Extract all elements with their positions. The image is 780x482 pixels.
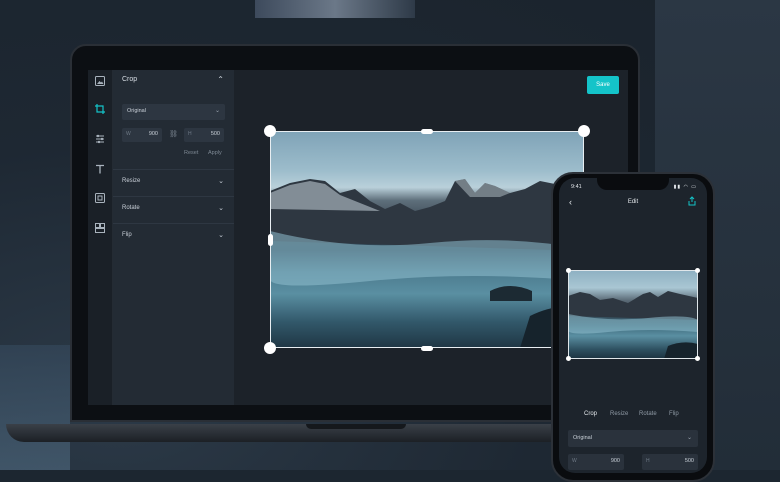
tab-resize[interactable]: Resize [610, 411, 628, 417]
phone-aspect-select[interactable]: Original ⌄ [568, 430, 698, 447]
section-rotate[interactable]: Rotate ⌄ [113, 196, 234, 223]
apply-button[interactable]: Apply [208, 150, 222, 156]
chevron-down-icon: ⌄ [218, 178, 224, 185]
phone-width-field[interactable]: W 900 [568, 454, 624, 470]
crop-handle-top[interactable] [421, 129, 433, 134]
section-flip[interactable]: Flip ⌄ [113, 223, 234, 250]
phone-height-label: H [646, 458, 650, 464]
width-value: 900 [148, 131, 158, 137]
reset-button[interactable]: Reset [184, 150, 198, 156]
phone-aspect-value: Original [573, 435, 592, 441]
crop-handle-left[interactable] [268, 234, 273, 246]
height-label: H [188, 131, 192, 137]
crop-handle-top-right[interactable] [578, 125, 590, 137]
image-icon[interactable] [93, 74, 107, 88]
chevron-up-icon[interactable]: ⌃ [217, 75, 224, 84]
width-field[interactable]: W 900 [122, 128, 162, 142]
crop-icon[interactable] [93, 102, 107, 116]
status-icons: ▮▮ ◠ ▭ [673, 184, 697, 190]
section-label: Resize [122, 178, 141, 184]
panel-title: Crop [122, 76, 138, 83]
phone-height-field[interactable]: H 500 [642, 454, 698, 470]
laptop-notch [306, 424, 406, 429]
share-icon[interactable] [687, 196, 697, 206]
crop-panel: Crop ⌃ Original ⌄ W 900 ⛓ H 500 Reset Ap… [113, 70, 234, 405]
frame-icon[interactable] [93, 191, 107, 205]
crop-handle-top-left[interactable] [264, 125, 276, 137]
save-button[interactable]: Save [587, 76, 619, 94]
tool-rail [88, 70, 113, 405]
width-label: W [126, 131, 131, 137]
crop-handle-bottom-left[interactable] [264, 342, 276, 354]
phone-screen: 9:41 ▮▮ ◠ ▭ ‹ Edit Crop Resize Rotate Fl… [559, 178, 707, 473]
phone-crop-handle[interactable] [566, 356, 571, 361]
phone-notch [597, 178, 669, 190]
section-label: Flip [122, 232, 132, 238]
phone-crop-handle[interactable] [566, 268, 571, 273]
chevron-down-icon: ⌄ [214, 108, 220, 114]
collage-icon[interactable] [93, 221, 107, 235]
phone-crop-handle[interactable] [695, 268, 700, 273]
crop-frame[interactable] [270, 131, 584, 348]
status-time: 9:41 [571, 184, 582, 190]
height-field[interactable]: H 500 [184, 128, 224, 142]
link-icon[interactable]: ⛓ [169, 130, 178, 138]
chevron-down-icon: ⌄ [686, 435, 692, 441]
adjust-icon[interactable] [93, 132, 107, 146]
phone-height-value: 500 [684, 458, 694, 464]
tab-flip[interactable]: Flip [669, 411, 679, 417]
phone-width-label: W [572, 458, 577, 464]
tab-rotate[interactable]: Rotate [639, 411, 657, 417]
aspect-select[interactable]: Original ⌄ [122, 104, 225, 120]
chevron-down-icon: ⌄ [218, 205, 224, 212]
crop-handle-bottom[interactable] [421, 346, 433, 351]
phone-crop-frame[interactable] [568, 270, 698, 359]
section-resize[interactable]: Resize ⌄ [113, 169, 234, 196]
section-label: Rotate [122, 205, 140, 211]
background-bottom-photo [0, 345, 70, 470]
phone-crop-handle[interactable] [695, 356, 700, 361]
text-icon[interactable] [93, 162, 107, 176]
background-top-photo [255, 0, 415, 18]
height-value: 500 [210, 131, 220, 137]
chevron-down-icon: ⌄ [218, 232, 224, 239]
tab-crop[interactable]: Crop [584, 411, 597, 417]
phone-width-value: 900 [610, 458, 620, 464]
aspect-select-value: Original [127, 108, 146, 114]
phone-tabs: Crop Resize Rotate Flip [559, 411, 707, 423]
phone-title: Edit [627, 199, 639, 205]
